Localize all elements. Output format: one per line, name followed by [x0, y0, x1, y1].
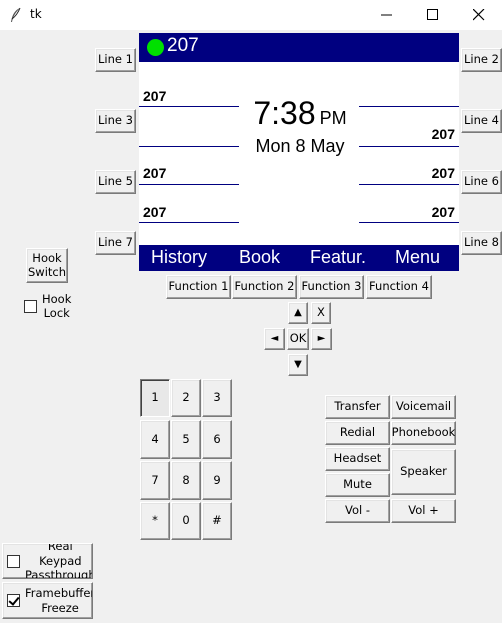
function-3-button[interactable]: Function 3 [299, 275, 364, 299]
maximize-button[interactable] [410, 0, 456, 30]
nav-left-button[interactable]: ◄ [264, 328, 285, 350]
hook-lock-checkbox[interactable] [24, 299, 37, 313]
line-5-button[interactable]: Line 5 [95, 170, 136, 194]
softkey-features[interactable]: Featur. [310, 247, 366, 268]
framebuffer-freeze-label: Framebuffer Freeze [25, 586, 93, 615]
nav-up-button[interactable]: ▲ [288, 302, 308, 324]
speaker-button[interactable]: Speaker [391, 449, 456, 495]
window-title: tk [30, 7, 42, 21]
nav-cancel-button[interactable]: X [311, 302, 331, 324]
headset-button[interactable]: Headset [325, 447, 390, 471]
line-6-button[interactable]: Line 6 [461, 170, 502, 194]
line-8-button[interactable]: Line 8 [461, 231, 502, 255]
line-7-rule [139, 222, 239, 223]
volume-down-button[interactable]: Vol - [325, 499, 390, 523]
line-1-label: 207 [143, 88, 167, 104]
line-5-label: 207 [143, 165, 167, 181]
framebuffer-freeze-option[interactable]: Framebuffer Freeze [2, 582, 93, 619]
line-5-rule [139, 184, 239, 185]
line-7-label: 207 [143, 204, 167, 220]
display-date: Mon 8 May [255, 136, 345, 156]
maximize-icon [427, 9, 438, 20]
keypad-passthrough-checkbox[interactable] [7, 554, 20, 568]
redial-button[interactable]: Redial [325, 421, 390, 445]
title-bar: tk [0, 0, 502, 30]
line-1-rule [139, 106, 239, 107]
line-4-rule [359, 146, 459, 147]
arrow-right-icon: ► [317, 333, 326, 345]
display-clock: 7:38 PM [239, 95, 361, 132]
phone-display: 207 207 207 207 207 207 207 7:38 PM Mon 8… [139, 33, 459, 271]
arrow-down-icon: ▼ [294, 359, 302, 371]
line-4-button[interactable]: Line 4 [461, 109, 502, 133]
keypad-6[interactable]: 6 [202, 420, 232, 459]
softkey-menu[interactable]: Menu [395, 247, 440, 268]
function-4-button[interactable]: Function 4 [366, 275, 432, 299]
volume-up-button[interactable]: Vol + [391, 499, 456, 523]
function-1-button[interactable]: Function 1 [166, 275, 231, 299]
transfer-button[interactable]: Transfer [325, 395, 390, 419]
framebuffer-freeze-checkbox[interactable] [7, 594, 20, 607]
line-7-button[interactable]: Line 7 [95, 231, 136, 255]
softkey-book[interactable]: Book [239, 247, 280, 268]
line-6-label: 207 [431, 165, 455, 181]
keypad-3[interactable]: 3 [202, 379, 232, 417]
display-time: 7:38 [253, 95, 316, 131]
keypad-8[interactable]: 8 [171, 461, 201, 500]
arrow-up-icon: ▲ [294, 307, 302, 319]
hook-switch-button[interactable]: Hook Switch [26, 248, 68, 283]
phone-panel: Line 1 Line 3 Line 5 Line 7 Line 2 Line … [0, 30, 502, 623]
status-indicator [147, 39, 164, 56]
line-3-rule [139, 146, 239, 147]
function-2-button[interactable]: Function 2 [232, 275, 297, 299]
arrow-left-icon: ◄ [270, 333, 279, 345]
line-1-button[interactable]: Line 1 [95, 48, 136, 72]
nav-down-button[interactable]: ▼ [288, 354, 308, 376]
x-icon: X [317, 305, 325, 320]
display-top-bar: 207 [139, 33, 459, 62]
line-3-button[interactable]: Line 3 [95, 109, 136, 133]
display-extension: 207 [167, 35, 199, 56]
keypad-0[interactable]: 0 [171, 502, 201, 540]
line-8-rule [359, 222, 459, 223]
keypad-9[interactable]: 9 [202, 461, 232, 500]
keypad-5[interactable]: 5 [171, 420, 201, 459]
mute-button[interactable]: Mute [325, 473, 390, 497]
line-4-label: 207 [431, 126, 455, 142]
minimize-button[interactable] [364, 0, 410, 30]
line-6-rule [359, 184, 459, 185]
phonebook-button[interactable]: Phonebook [391, 421, 456, 445]
close-icon [473, 9, 485, 21]
feather-icon [11, 7, 21, 22]
line-2-rule [359, 106, 459, 107]
hook-lock-option[interactable]: Hook Lock [24, 292, 71, 321]
voicemail-button[interactable]: Voicemail [391, 395, 456, 419]
keypad-passthrough-option[interactable]: Real Keypad Passthrough [2, 543, 93, 579]
nav-ok-button[interactable]: OK [287, 328, 309, 350]
nav-right-button[interactable]: ► [311, 328, 332, 350]
keypad-2[interactable]: 2 [171, 379, 201, 417]
softkey-history[interactable]: History [151, 247, 207, 268]
keypad-1[interactable]: 1 [140, 379, 170, 417]
keypad-7[interactable]: 7 [140, 461, 170, 500]
display-softkey-bar: History Book Featur. Menu [139, 245, 459, 271]
keypad-star[interactable]: * [140, 502, 170, 540]
line-2-button[interactable]: Line 2 [461, 48, 502, 72]
minimize-icon [381, 14, 392, 16]
keypad-passthrough-label: Real Keypad Passthrough [25, 543, 93, 579]
display-ampm: PM [319, 108, 347, 128]
hook-lock-label: Hook Lock [42, 292, 72, 321]
close-button[interactable] [456, 0, 502, 30]
keypad-hash[interactable]: # [202, 502, 232, 540]
keypad-4[interactable]: 4 [140, 420, 170, 459]
line-8-label: 207 [431, 204, 455, 220]
